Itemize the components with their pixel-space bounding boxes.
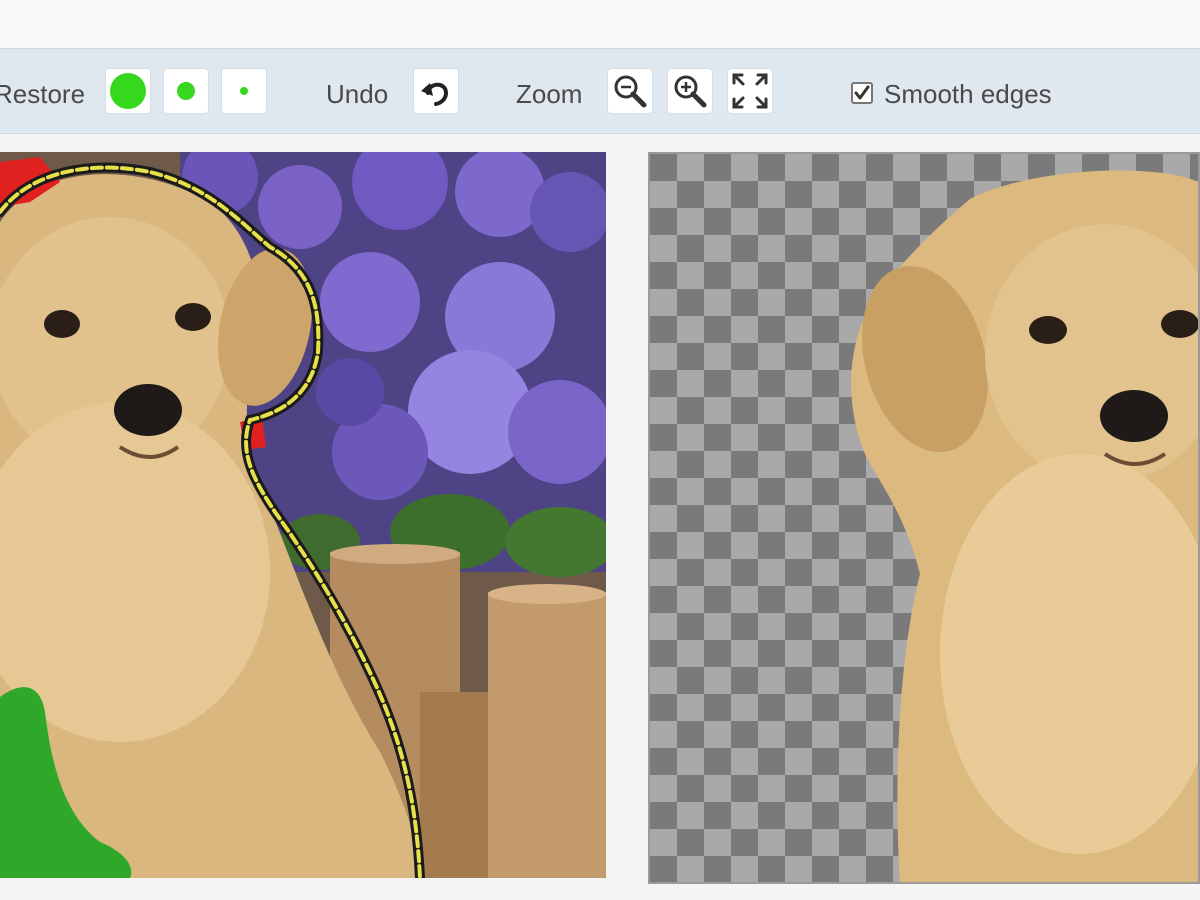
brush-size-small-button[interactable] (222, 69, 266, 113)
brush-size-medium-button[interactable] (164, 69, 208, 113)
brush-size-large-button[interactable] (106, 69, 150, 113)
zoom-in-icon (674, 75, 707, 108)
checkbox-icon[interactable] (850, 81, 874, 105)
zoom-label: Zoom (516, 79, 583, 109)
fit-to-screen-button[interactable] (728, 69, 772, 113)
zoom-out-button[interactable] (608, 69, 652, 113)
toolbar: Restore Undo Zoom Smooth edges (0, 48, 1200, 134)
brush-small-dot-icon (240, 87, 248, 95)
fit-to-screen-icon (732, 73, 768, 109)
restore-label: Restore (0, 79, 86, 109)
result-preview-panel[interactable] (648, 152, 1200, 884)
undo-label: Undo (326, 79, 389, 109)
brush-medium-dot-icon (177, 82, 195, 100)
smooth-edges-label: Smooth edges (884, 79, 1052, 109)
undo-button[interactable] (414, 69, 458, 113)
original-image-panel[interactable] (0, 152, 606, 878)
brush-large-dot-icon (110, 73, 146, 109)
original-image (0, 152, 606, 878)
zoom-in-button[interactable] (668, 69, 712, 113)
undo-arrow-icon (421, 82, 449, 106)
top-strip (0, 0, 1200, 48)
zoom-out-icon (614, 75, 647, 108)
result-preview (650, 154, 1198, 882)
